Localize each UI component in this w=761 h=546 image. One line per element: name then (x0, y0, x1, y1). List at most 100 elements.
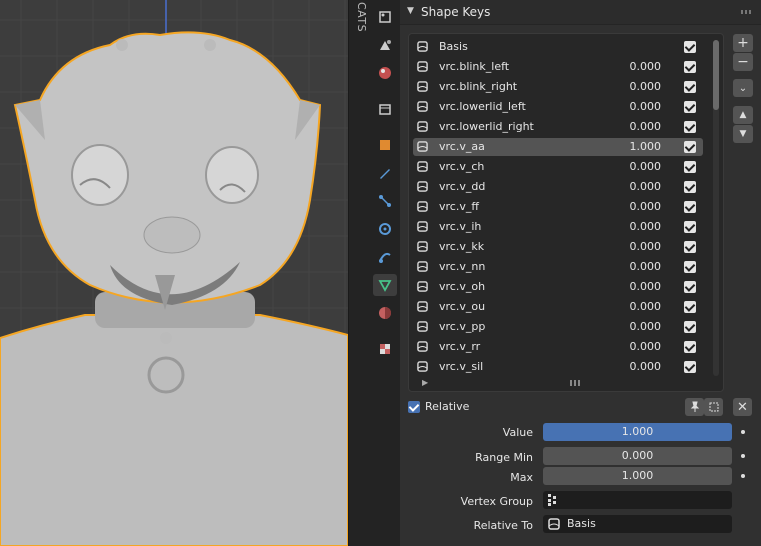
drag-handle-icon[interactable] (741, 10, 753, 14)
clear-button[interactable]: ✕ (733, 398, 752, 416)
range-max-field[interactable]: 1.000 (543, 467, 732, 485)
shape-key-value[interactable]: 0.000 (630, 260, 662, 273)
shape-key-row[interactable]: vrc.v_nn 0.000 (413, 258, 703, 276)
particles-tab[interactable] (373, 190, 397, 212)
shape-keys-header[interactable]: ▼ Shape Keys (400, 0, 761, 25)
data-tab[interactable] (373, 274, 397, 296)
shape-key-row[interactable]: vrc.v_oh 0.000 (413, 278, 703, 296)
shape-key-mute-checkbox[interactable] (684, 181, 696, 193)
shape-key-icon (417, 301, 428, 312)
shape-key-mute-checkbox[interactable] (684, 61, 696, 73)
shape-key-row[interactable]: vrc.blink_right 0.000 (413, 78, 703, 96)
relative-checkbox[interactable] (408, 401, 420, 413)
collection-icon (379, 104, 391, 115)
chevron-down-icon: ⌄ (738, 82, 748, 94)
physics-icon (379, 223, 391, 235)
shape-key-value[interactable]: 0.000 (630, 240, 662, 253)
keyframe-dot-icon[interactable] (741, 454, 745, 458)
range-min-label: Range Min (475, 451, 533, 464)
shape-key-value[interactable]: 0.000 (630, 320, 662, 333)
shape-key-value[interactable]: 0.000 (630, 220, 662, 233)
shape-key-row[interactable]: vrc.v_ou 0.000 (413, 298, 703, 316)
shape-key-mute-checkbox[interactable] (684, 221, 696, 233)
shape-key-row[interactable]: vrc.v_dd 0.000 (413, 178, 703, 196)
relative-to-value: Basis (567, 517, 596, 530)
shape-key-mute-checkbox[interactable] (684, 201, 696, 213)
properties-panel: ▼ Shape Keys ▶ Basis vrc.blink_left 0.000v… (400, 0, 761, 546)
shape-key-value[interactable]: 0.000 (630, 80, 662, 93)
shape-key-row[interactable]: vrc.v_rr 0.000 (413, 338, 703, 356)
shape-key-name: vrc.v_aa (439, 140, 485, 153)
list-resize-grip-icon[interactable] (570, 380, 582, 386)
move-up-button[interactable]: ▲ (733, 106, 753, 124)
remove-shape-key-button[interactable]: − (733, 53, 753, 71)
relative-to-field[interactable]: Basis (543, 515, 732, 533)
shape-keys-list[interactable]: ▶ Basis vrc.blink_left 0.000 vrc.blink_righ… (408, 33, 724, 392)
vertex-group-field[interactable] (543, 491, 732, 509)
list-scrollbar[interactable] (713, 40, 719, 376)
material-tab[interactable] (373, 302, 397, 324)
shape-key-row[interactable]: vrc.v_sil 0.000 (413, 358, 703, 376)
value-field[interactable]: 1.000 (543, 423, 732, 441)
shape-key-mute-checkbox[interactable] (684, 281, 696, 293)
relative-to-label: Relative To (473, 519, 533, 532)
scrollbar-thumb[interactable] (713, 40, 719, 110)
shape-key-mute-checkbox[interactable] (684, 101, 696, 113)
shape-key-value[interactable]: 0.000 (630, 340, 662, 353)
shape-key-value[interactable]: 0.000 (630, 180, 662, 193)
pin-button[interactable] (685, 398, 704, 416)
shape-key-row[interactable]: vrc.v_ch 0.000 (413, 158, 703, 176)
shape-key-row[interactable]: Basis (413, 38, 703, 56)
keyframe-dot-icon[interactable] (741, 474, 745, 478)
shape-key-value[interactable]: 0.000 (630, 300, 662, 313)
shape-key-row[interactable]: vrc.v_kk 0.000 (413, 238, 703, 256)
shape-key-value[interactable]: 0.000 (630, 120, 662, 133)
specials-menu-button[interactable]: ⌄ (733, 79, 753, 97)
vertex-group-label: Vertex Group (460, 495, 533, 508)
shape-key-value[interactable]: 0.000 (630, 280, 662, 293)
shape-key-row[interactable]: vrc.lowerlid_left 0.000 (413, 98, 703, 116)
shape-key-row[interactable]: vrc.blink_left 0.000 (413, 58, 703, 76)
shape-key-value[interactable]: 0.000 (630, 360, 662, 373)
shape-key-value[interactable]: 0.000 (630, 100, 662, 113)
shape-key-value[interactable]: 0.000 (630, 60, 662, 73)
chevron-down-icon[interactable]: ▼ (407, 6, 414, 16)
physics-tab[interactable] (373, 218, 397, 240)
shape-key-row[interactable]: vrc.v_pp 0.000 (413, 318, 703, 336)
add-shape-key-button[interactable]: + (733, 34, 753, 52)
shape-key-row[interactable]: vrc.v_aa 1.000 (413, 138, 703, 156)
shape-key-value[interactable]: 1.000 (630, 140, 662, 153)
shape-key-mute-checkbox[interactable] (684, 241, 696, 253)
keyframe-dot-icon[interactable] (741, 430, 745, 434)
shape-key-mute-checkbox[interactable] (684, 341, 696, 353)
shape-key-row[interactable]: vrc.v_ih 0.000 (413, 218, 703, 236)
shape-key-mute-checkbox[interactable] (684, 321, 696, 333)
shape-key-mute-checkbox[interactable] (684, 261, 696, 273)
shape-key-mute-checkbox[interactable] (684, 121, 696, 133)
move-down-button[interactable]: ▼ (733, 125, 753, 143)
shape-key-value[interactable]: 0.000 (630, 160, 662, 173)
range-min-field[interactable]: 0.000 (543, 447, 732, 465)
modifier-tab[interactable] (373, 162, 397, 184)
shape-key-row[interactable]: vrc.lowerlid_right 0.000 (413, 118, 703, 136)
shape-key-mute-checkbox[interactable] (684, 301, 696, 313)
shape-key-row[interactable]: vrc.v_ff 0.000 (413, 198, 703, 216)
edit-mode-button[interactable] (704, 398, 723, 416)
3d-viewport[interactable] (0, 0, 348, 546)
render-tab[interactable] (373, 34, 397, 56)
shape-key-mute-checkbox[interactable] (684, 141, 696, 153)
object-tab[interactable] (373, 134, 397, 156)
constraints-tab[interactable] (373, 246, 397, 268)
shape-key-mute-checkbox[interactable] (684, 161, 696, 173)
cats-sidebar-tab[interactable]: CATS (348, 0, 371, 546)
collection-tab[interactable] (373, 98, 397, 120)
shape-key-mute-checkbox[interactable] (684, 361, 696, 373)
scene-tab[interactable] (373, 62, 397, 84)
shape-key-mute-checkbox[interactable] (684, 41, 696, 53)
shape-key-value[interactable]: 0.000 (630, 200, 662, 213)
shape-key-mute-checkbox[interactable] (684, 81, 696, 93)
texture-tab[interactable] (373, 338, 397, 360)
shape-key-icon (417, 41, 428, 52)
filter-expand-icon[interactable]: ▶ (422, 378, 428, 387)
tool-tab[interactable] (373, 6, 397, 28)
